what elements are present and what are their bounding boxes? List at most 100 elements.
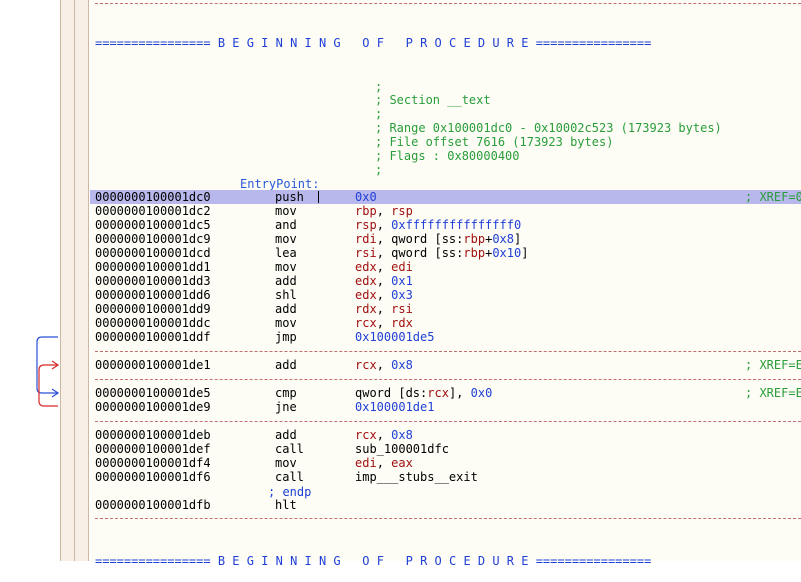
instruction-operands[interactable]: rcx, 0x8 xyxy=(355,358,413,372)
instruction-row[interactable]: 0000000100001ddf jmp 0x100001de5 xyxy=(90,330,801,344)
operand-token: 0xfffffffffffffff0 xyxy=(391,218,522,232)
marker-margin[interactable] xyxy=(75,0,89,561)
instruction-operands[interactable]: rdx, rsi xyxy=(355,302,413,316)
instruction-address: 0000000100001dcd xyxy=(95,246,211,260)
instruction-row[interactable]: 0000000100001dc9 mov rdi, qword [ss:rbp+0x… xyxy=(90,232,801,246)
instruction-address: 0000000100001def xyxy=(95,442,211,456)
instruction-address: 0000000100001de5 xyxy=(95,386,211,400)
instruction-operands[interactable]: edx, 0x1 xyxy=(355,274,413,288)
banner-text: ================ B E G I N N I N G O F P… xyxy=(95,36,652,50)
instruction-mnemonic: jne xyxy=(275,400,297,414)
banner-text: ================ B E G I N N I N G O F P… xyxy=(95,554,652,568)
instruction-row[interactable]: 0000000100001def call sub_100001dfc xyxy=(90,442,801,456)
operand-token: 0x0 xyxy=(355,190,377,204)
section-comment: ; Flags : 0x80000400 xyxy=(375,149,520,163)
instruction-operands[interactable]: rsi, qword [ss:rbp+0x10] xyxy=(355,246,528,260)
instruction-row[interactable]: 0000000100001dd3 add edx, 0x1 xyxy=(90,274,801,288)
instruction-address: 0000000100001dc2 xyxy=(95,204,211,218)
instruction-address: 0000000100001de1 xyxy=(95,358,211,372)
instruction-operands[interactable]: 0x100001de1 xyxy=(355,400,434,414)
section-comment: ; File offset 7616 (173923 bytes) xyxy=(375,135,614,149)
operand-token: , qword [ss: xyxy=(376,246,464,260)
instruction-mnemonic: add xyxy=(275,302,297,316)
instruction-address: 0000000100001df6 xyxy=(95,470,211,484)
operand-token: rdx xyxy=(391,316,413,330)
separator-line xyxy=(95,518,801,519)
operand-token: ] xyxy=(514,232,522,246)
xref-comment[interactable]: ; XREF=E xyxy=(745,386,801,400)
instruction-row[interactable]: 0000000100001ddc mov rcx, rdx xyxy=(90,316,801,330)
operand-token: , xyxy=(376,218,392,232)
instruction-mnemonic: jmp xyxy=(275,330,297,344)
instruction-row[interactable]: 0000000100001dfb hlt xyxy=(90,498,801,512)
instruction-operands[interactable]: qword [ds:rcx], 0x0 xyxy=(355,386,492,400)
disassembly-view[interactable]: ================ B E G I N N I N G O F P… xyxy=(90,0,801,568)
operand-token: , xyxy=(376,358,392,372)
entry-point-label[interactable]: EntryPoint: xyxy=(240,177,319,191)
separator-line xyxy=(95,421,801,422)
instruction-mnemonic: and xyxy=(275,218,297,232)
instruction-row[interactable]: 0000000100001dcd lea rsi, qword [ss:rbp+0x… xyxy=(90,246,801,260)
instruction-row[interactable]: 0000000100001dd1 mov edx, edi xyxy=(90,260,801,274)
instruction-operands[interactable]: edx, 0x3 xyxy=(355,288,413,302)
operand-token: , xyxy=(376,204,392,218)
instruction-operands[interactable]: 0x0 xyxy=(355,190,377,204)
operand-token: rdi xyxy=(355,232,377,246)
instruction-mnemonic: add xyxy=(275,428,297,442)
section-comment: ; xyxy=(375,80,383,94)
operand-token: 0x8 xyxy=(391,358,413,372)
instruction-row[interactable]: 0000000100001dd6 shl edx, 0x3 xyxy=(90,288,801,302)
instruction-row[interactable]: 0000000100001dc2 mov rbp, rsp xyxy=(90,204,801,218)
instruction-address: 0000000100001ddf xyxy=(95,330,211,344)
instruction-mnemonic: shl xyxy=(275,288,297,302)
instruction-operands[interactable]: rcx, rdx xyxy=(355,316,413,330)
instruction-address: 0000000100001dd3 xyxy=(95,274,211,288)
instruction-operands[interactable]: 0x100001de5 xyxy=(355,330,434,344)
procedure-banner: ================ B E G I N N I N G O F P… xyxy=(90,540,801,568)
endp-comment: ; endp xyxy=(268,485,312,499)
instruction-operands[interactable]: edi, eax xyxy=(355,456,413,470)
instruction-operands[interactable]: edx, edi xyxy=(355,260,413,274)
instruction-row[interactable]: 0000000100001de5 cmp qword [ds:rcx], 0x0 ; … xyxy=(90,386,801,400)
breakpoint-margin[interactable] xyxy=(60,0,75,561)
instruction-row[interactable]: 0000000100001deb add rcx, 0x8 xyxy=(90,428,801,442)
operand-token: qword [ds: xyxy=(355,386,428,400)
instruction-address: 0000000100001dc0 xyxy=(95,190,211,204)
section-comment: ; Range 0x100001dc0 - 0x10002c523 (17392… xyxy=(375,121,722,135)
xref-comment[interactable]: ; XREF=0 xyxy=(745,190,801,204)
instruction-row[interactable]: 0000000100001df6 call imp___stubs__exit xyxy=(90,470,801,484)
instruction-mnemonic: cmp xyxy=(275,386,297,400)
operand-token: , qword [ss: xyxy=(376,232,464,246)
operand-token: , xyxy=(376,274,392,288)
instruction-row[interactable]: 0000000100001de9 jne 0x100001de1 xyxy=(90,400,801,414)
instruction-operands[interactable]: imp___stubs__exit xyxy=(355,470,478,484)
separator-line xyxy=(95,379,801,380)
operand-token: eax xyxy=(391,456,413,470)
instruction-operands[interactable]: rsp, 0xfffffffffffffff0 xyxy=(355,218,521,232)
instruction-operands[interactable]: rcx, 0x8 xyxy=(355,428,413,442)
instruction-operands[interactable]: rbp, rsp xyxy=(355,204,413,218)
instruction-mnemonic: hlt xyxy=(275,498,297,512)
instruction-mnemonic: add xyxy=(275,358,297,372)
instruction-mnemonic: lea xyxy=(275,246,297,260)
instruction-row[interactable]: 0000000100001df4 mov edi, eax xyxy=(90,456,801,470)
operand-token: rbp xyxy=(463,246,486,260)
operand-token: edx xyxy=(355,260,377,274)
operand-token: 0x8 xyxy=(492,232,514,246)
instruction-mnemonic: push xyxy=(275,190,304,204)
operand-token: rcx xyxy=(427,386,449,400)
operand-token: 0x1 xyxy=(391,274,413,288)
instruction-row[interactable]: 0000000100001dc0 push 0x0 ; XREF=0 xyxy=(90,190,801,204)
instruction-address: 0000000100001deb xyxy=(95,428,211,442)
instruction-operands[interactable]: rdi, qword [ss:rbp+0x8] xyxy=(355,232,521,246)
instruction-row[interactable]: 0000000100001dc5 and rsp, 0xffffffffffffff… xyxy=(90,218,801,232)
operand-token: , xyxy=(376,288,392,302)
xref-comment[interactable]: ; XREF=E xyxy=(745,358,801,372)
jump-arrows xyxy=(36,336,60,407)
operand-token: 0x8 xyxy=(391,428,413,442)
instruction-row[interactable]: 0000000100001de1 add rcx, 0x8 ; XREF=E xyxy=(90,358,801,372)
instruction-operands[interactable]: sub_100001dfc xyxy=(355,442,449,456)
operand-token: edx xyxy=(355,288,377,302)
instruction-row[interactable]: 0000000100001dd9 add rdx, rsi xyxy=(90,302,801,316)
operand-token: rsp xyxy=(355,218,377,232)
